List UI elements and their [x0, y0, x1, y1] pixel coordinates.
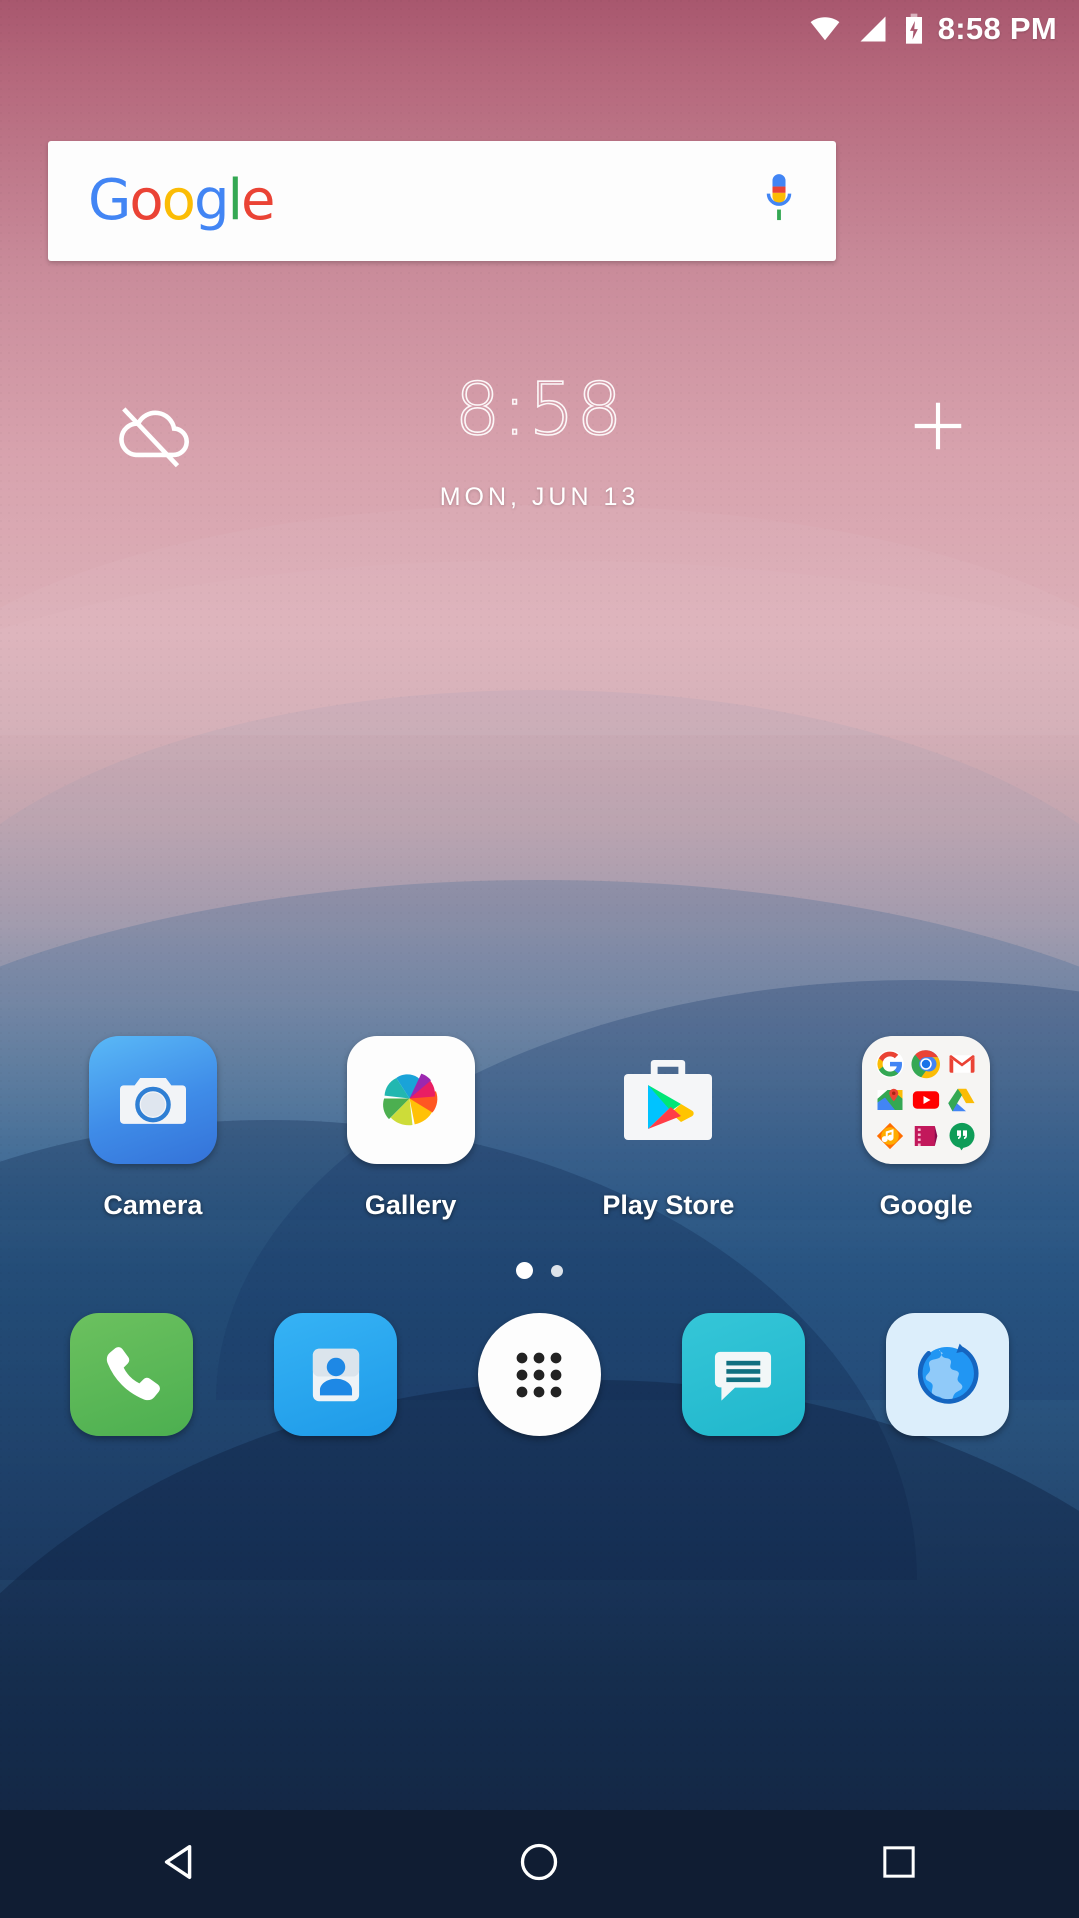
- wifi-icon: [806, 14, 844, 44]
- status-bar: 8:58 PM: [0, 0, 1079, 58]
- app-label: Google: [879, 1190, 973, 1220]
- gallery-icon: [346, 1036, 475, 1164]
- google-logo: G o o g l e: [88, 168, 276, 233]
- app-label: Camera: [103, 1190, 203, 1220]
- chrome-icon: [911, 1050, 941, 1079]
- logo-letter-l: l: [227, 168, 243, 233]
- wallpaper: [0, 0, 1079, 1918]
- recents-square-icon: [879, 1842, 919, 1887]
- dock-item-phone[interactable]: [70, 1313, 194, 1436]
- home-circle-icon: [517, 1840, 561, 1889]
- logo-letter-o2: o: [161, 168, 196, 233]
- back-triangle-icon: [157, 1839, 203, 1890]
- app-drawer-icon: [477, 1313, 601, 1436]
- dock-item-contacts[interactable]: [274, 1313, 398, 1436]
- app-camera[interactable]: Camera: [53, 1036, 253, 1221]
- cellular-signal-icon: [856, 14, 890, 44]
- clock-date: MON, JUN 13: [439, 483, 640, 511]
- youtube-icon: [912, 1091, 940, 1109]
- logo-letter-e: e: [241, 168, 275, 233]
- browser-globe-icon: [885, 1313, 1009, 1436]
- navigation-bar: [0, 1810, 1079, 1918]
- app-label: Gallery: [364, 1190, 457, 1220]
- battery-charging-icon: [902, 13, 926, 45]
- app-gallery[interactable]: Gallery: [311, 1036, 511, 1221]
- play-music-icon: [877, 1122, 904, 1149]
- dock-item-app-drawer[interactable]: [477, 1313, 601, 1436]
- page-dot-active[interactable]: [516, 1262, 533, 1279]
- dock: [0, 1313, 1079, 1436]
- microphone-icon[interactable]: [756, 168, 802, 235]
- dock-item-browser[interactable]: [885, 1313, 1009, 1436]
- logo-letter-g1: G: [88, 168, 131, 233]
- play-store-icon: [604, 1036, 732, 1164]
- folder-app-grid: [875, 1049, 977, 1151]
- status-bar-clock: 8:58 PM: [937, 11, 1057, 46]
- cloud-off-icon[interactable]: [110, 395, 202, 480]
- recents-button[interactable]: [839, 1810, 959, 1918]
- contacts-icon: [274, 1313, 398, 1436]
- maps-icon: [877, 1088, 903, 1110]
- google-search-bar[interactable]: G o o g l e: [48, 141, 836, 261]
- app-play-store[interactable]: Play Store: [568, 1036, 768, 1221]
- home-button[interactable]: [479, 1810, 599, 1918]
- logo-letter-g2: g: [193, 168, 230, 233]
- gmail-icon: [949, 1055, 975, 1074]
- google-search-icon: [876, 1050, 905, 1079]
- page-dot[interactable]: [551, 1264, 563, 1277]
- messaging-icon: [681, 1313, 805, 1436]
- app-label: Play Store: [602, 1190, 735, 1220]
- logo-letter-o1: o: [129, 168, 163, 233]
- drive-icon: [948, 1088, 975, 1112]
- app-grid: Camera Gallery Play Store Google: [0, 1036, 1079, 1221]
- plus-icon[interactable]: [907, 395, 969, 462]
- dock-item-messaging[interactable]: [681, 1313, 805, 1436]
- page-indicator[interactable]: [0, 1262, 1079, 1279]
- hangouts-icon: [949, 1122, 975, 1151]
- phone-icon: [70, 1313, 194, 1436]
- clock-widget[interactable]: 8:58 MON, JUN 13: [0, 355, 1079, 535]
- app-folder-google[interactable]: Google: [826, 1036, 1026, 1221]
- play-movies-icon: [914, 1125, 938, 1146]
- back-button[interactable]: [120, 1810, 240, 1918]
- google-folder-icon: [862, 1036, 991, 1164]
- camera-icon: [88, 1036, 217, 1164]
